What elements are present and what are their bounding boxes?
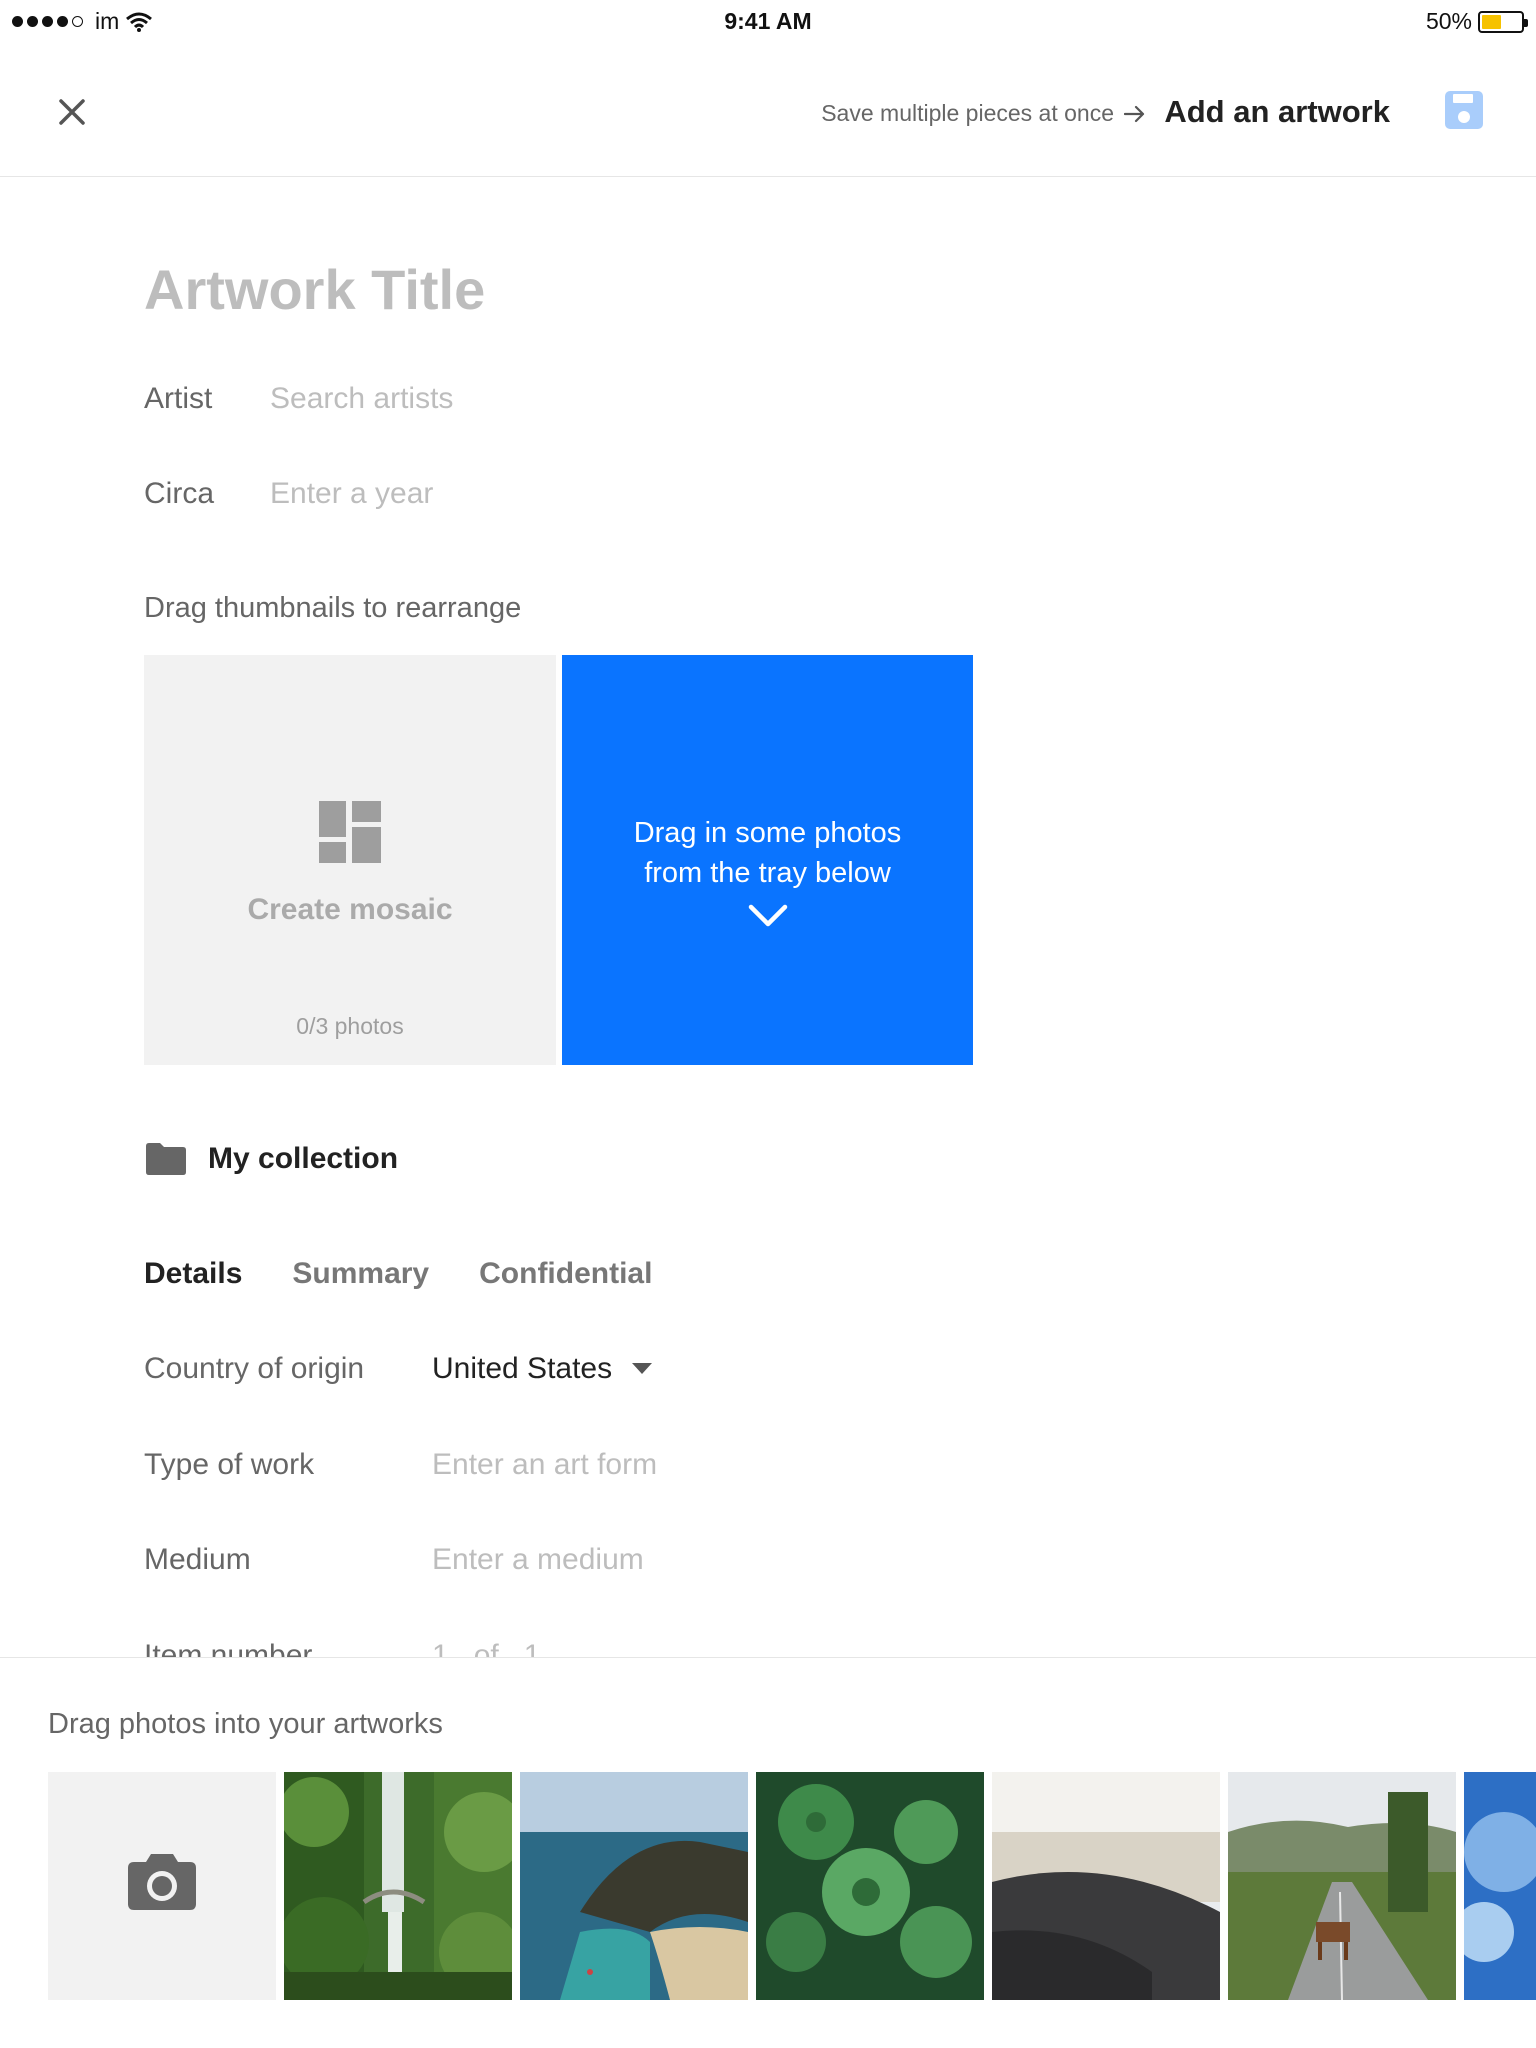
country-value: United States (432, 1352, 613, 1385)
save-button[interactable] (1444, 90, 1484, 130)
artist-row: Artist Search artists (144, 382, 453, 416)
item-number-row: Item number 1 of 1 (144, 1639, 540, 1657)
tab-details[interactable]: Details (144, 1257, 242, 1291)
close-button[interactable] (48, 88, 96, 136)
type-of-work-input[interactable]: Enter an art form (432, 1448, 657, 1482)
country-label: Country of origin (144, 1352, 365, 1385)
drop-zone-line-1: Drag in some photos (633, 817, 902, 849)
medium-row: Medium Enter a medium (144, 1543, 644, 1577)
detail-tabs: Details Summary Confidential (144, 1257, 652, 1291)
status-time: 9:41 AM (724, 8, 812, 34)
battery-icon (1478, 10, 1528, 33)
circa-year-input[interactable]: Enter a year (270, 477, 433, 511)
road-cow-photo[interactable] (1228, 1772, 1456, 2000)
item-of: of (473, 1639, 499, 1657)
dropdown-arrow-icon (632, 1363, 653, 1374)
type-of-work-row: Type of work Enter an art form (144, 1448, 657, 1482)
artwork-title-input[interactable]: Artwork Title (144, 257, 485, 322)
succulent-plant-photo[interactable] (756, 1772, 984, 2000)
photo-tray: Drag photos into your artworks (0, 1657, 1536, 2048)
waterfall-photo[interactable] (284, 1772, 512, 2000)
type-of-work-label: Type of work (144, 1448, 315, 1481)
tray-thumbnails (48, 1772, 1536, 2000)
medium-input[interactable]: Enter a medium (432, 1543, 644, 1577)
arrow-right-icon (1124, 105, 1145, 122)
create-mosaic-label: Create mosaic (247, 893, 453, 926)
sky-photo[interactable] (1464, 1772, 1536, 2000)
tray-title: Drag photos into your artworks (48, 1708, 443, 1740)
save-icon (1445, 91, 1483, 129)
drop-zone-text: Drag in some photos from the tray below (562, 813, 973, 893)
drag-hint: Drag thumbnails to rearrange (144, 592, 522, 624)
page-title: Add an artwork (1164, 94, 1390, 129)
folder-icon (146, 1143, 186, 1175)
status-right: 50% (1425, 8, 1528, 35)
collection-selector[interactable]: My collection (144, 1142, 398, 1176)
close-icon (59, 99, 85, 125)
status-bar: im 9:41 AM 50% (0, 0, 1536, 40)
mosaic-icon (319, 801, 381, 863)
circa-label: Circa (144, 477, 215, 510)
photo-tiles: Create mosaic 0/3 photos Drag in some ph… (144, 655, 974, 1065)
drop-zone-line-2: from the tray below (644, 857, 891, 889)
tab-confidential[interactable]: Confidential (479, 1257, 652, 1291)
collection-label: My collection (208, 1142, 399, 1175)
item-number-label: Item number (144, 1639, 313, 1657)
item-current: 1 (432, 1639, 449, 1657)
mosaic-photo-count: 0/3 photos (296, 1013, 404, 1039)
item-number-value[interactable]: 1 of 1 (432, 1639, 540, 1657)
save-multiple-label: Save multiple pieces at once (821, 100, 1114, 126)
country-row: Country of origin United States (144, 1352, 653, 1386)
battery-percent: 50% (1425, 8, 1472, 34)
camera-icon (128, 1854, 196, 1910)
country-select[interactable]: United States (432, 1352, 653, 1386)
clouds-mountain-photo[interactable] (992, 1772, 1220, 2000)
photo-drop-zone[interactable]: Drag in some photos from the tray below (562, 655, 973, 1065)
header-bar: Save multiple pieces at once Add an artw… (0, 40, 1536, 177)
chevron-down-icon (748, 904, 788, 927)
artist-label: Artist (144, 382, 213, 415)
circa-row: Circa Enter a year (144, 477, 433, 511)
create-mosaic-tile[interactable]: Create mosaic 0/3 photos (144, 655, 556, 1065)
camera-button[interactable] (48, 1772, 276, 2000)
medium-label: Medium (144, 1543, 251, 1576)
coastline-photo[interactable] (520, 1772, 748, 2000)
item-total: 1 (523, 1639, 541, 1657)
artist-search-input[interactable]: Search artists (270, 382, 453, 416)
tab-summary[interactable]: Summary (292, 1257, 429, 1291)
artwork-form: Artwork Title Artist Search artists Circ… (144, 177, 1444, 1657)
save-multiple-link[interactable]: Save multiple pieces at once (821, 100, 1146, 127)
